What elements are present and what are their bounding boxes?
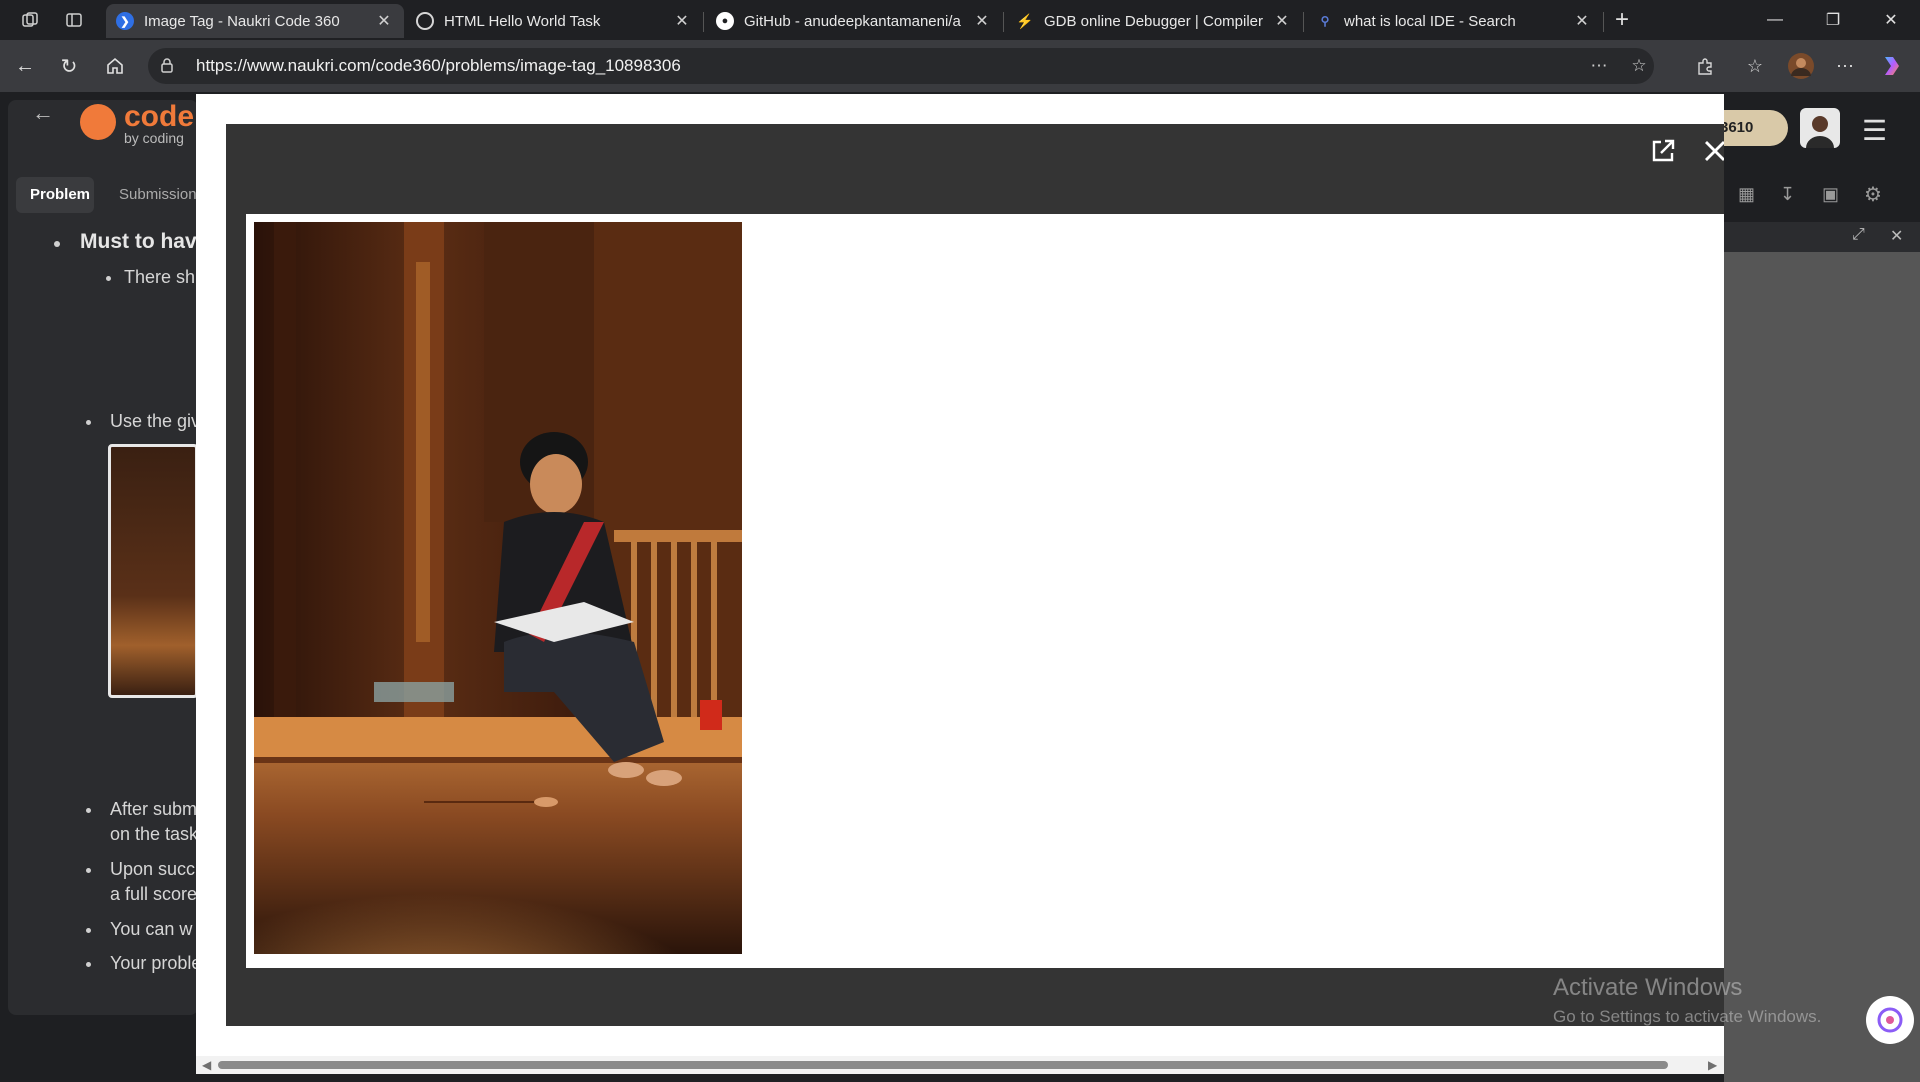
image-preview-modal: ◀ ▶ [196, 94, 1724, 1074]
gdb-favicon-icon: ⚡ [1016, 12, 1034, 29]
section-heading: Must to hav [80, 230, 197, 253]
open-external-icon[interactable] [1648, 136, 1678, 166]
new-tab-icon[interactable]: + [1606, 6, 1638, 34]
workspaces-icon[interactable] [14, 6, 46, 34]
tab-bing-search[interactable]: ⚲ what is local IDE - Search ✕ [1306, 4, 1602, 38]
image-icon[interactable]: ▣ [1822, 184, 1839, 205]
settings-gear-icon[interactable]: ⚙ [1864, 182, 1882, 207]
profile-avatar[interactable] [1786, 52, 1816, 80]
output-preview-panel [1724, 252, 1920, 1082]
tab-github[interactable]: ● GitHub - anudeepkantamaneni/a ✕ [706, 4, 1002, 38]
tab-title: what is local IDE - Search [1344, 12, 1516, 30]
close-modal-icon[interactable] [1700, 136, 1724, 166]
tab-title: Image Tag - Naukri Code 360 [144, 12, 340, 30]
problem-text: There sh [124, 267, 196, 287]
download-icon[interactable]: ↧ [1780, 184, 1795, 205]
tab-problem[interactable]: Problem [16, 177, 94, 213]
problem-text: Use the giv [110, 411, 201, 431]
close-panel-icon[interactable]: ✕ [1890, 226, 1903, 246]
preview-photo [254, 222, 742, 954]
lock-icon[interactable] [160, 57, 182, 76]
logo-subtext: by coding [124, 130, 184, 146]
logo-text: code [124, 100, 195, 133]
github-favicon-icon: ● [716, 12, 734, 30]
output-panel-header: ⤢ ✕ [1724, 222, 1920, 252]
minimize-icon[interactable]: — [1746, 0, 1804, 40]
tab-title: HTML Hello World Task [444, 12, 601, 30]
url-text: https://www.naukri.com/code360/problems/… [196, 56, 681, 75]
hamburger-menu-icon[interactable]: ☰ [1862, 114, 1887, 147]
tab-gdb-online[interactable]: ⚡ GDB online Debugger | Compiler ✕ [1006, 4, 1302, 38]
back-arrow-icon[interactable]: ← [32, 100, 54, 126]
problem-text: You can w [110, 919, 193, 939]
search-favicon-icon: ⚲ [1320, 14, 1330, 28]
user-avatar[interactable] [1800, 108, 1840, 148]
browser-tab-bar: ❯ Image Tag - Naukri Code 360 ✕ HTML Hel… [0, 0, 1920, 40]
more-options-icon[interactable]: ⋯ [1830, 52, 1860, 80]
tab-title: GitHub - anudeepkantamaneni/a [744, 12, 961, 30]
tab-label: Problem [30, 186, 91, 203]
home-icon[interactable] [98, 50, 132, 82]
vertical-tabs-icon[interactable] [58, 6, 90, 34]
tab-submission[interactable]: Submission [119, 186, 197, 203]
refresh-icon[interactable]: ↻ [52, 50, 86, 82]
problem-text: a full score [110, 884, 198, 904]
assistant-fab-icon[interactable] [1866, 996, 1914, 1044]
scroll-right-icon[interactable]: ▶ [1708, 1058, 1717, 1072]
close-window-icon[interactable]: ✕ [1862, 0, 1920, 40]
close-tab-icon[interactable]: ✕ [972, 11, 992, 31]
problem-text: After subm [110, 799, 198, 819]
tab-html-hello-world[interactable]: HTML Hello World Task ✕ [406, 4, 702, 38]
code360-logo-icon [80, 104, 116, 140]
problem-text: on the task [110, 824, 199, 844]
restore-icon[interactable]: ❐ [1804, 0, 1862, 40]
horizontal-scrollbar[interactable]: ◀ ▶ [196, 1056, 1724, 1074]
back-icon[interactable]: ← [8, 50, 42, 82]
windows-activation-subtitle: Go to Settings to activate Windows. [1553, 1007, 1822, 1026]
coins-count: 3610 [1720, 119, 1754, 136]
problem-text: Upon succ [110, 859, 196, 879]
browser-toolbar: ← ↻ https://www.naukri.com/code360/probl… [0, 40, 1920, 92]
image-frame [246, 214, 1724, 968]
favorites-icon[interactable]: ☆ [1740, 52, 1770, 80]
close-tab-icon[interactable]: ✕ [374, 11, 394, 31]
close-tab-icon[interactable]: ✕ [1272, 11, 1292, 31]
problem-text: Your proble [110, 953, 202, 973]
layout-icon[interactable]: ▦ [1738, 184, 1755, 205]
close-tab-icon[interactable]: ✕ [1572, 11, 1592, 31]
address-bar[interactable]: https://www.naukri.com/code360/problems/… [148, 48, 1654, 84]
scroll-left-icon[interactable]: ◀ [202, 1058, 211, 1072]
chatgpt-favicon-icon [416, 12, 434, 30]
image-viewer [226, 124, 1724, 1026]
windows-activation-title: Activate Windows [1553, 974, 1743, 1001]
favorite-star-icon[interactable]: ☆ [1626, 54, 1652, 78]
extensions-icon[interactable] [1690, 52, 1720, 80]
tab-image-tag[interactable]: ❯ Image Tag - Naukri Code 360 ✕ [106, 4, 404, 38]
copilot-icon[interactable] [1876, 52, 1906, 80]
naukri-favicon-icon: ❯ [116, 12, 134, 30]
scrollbar-thumb[interactable] [218, 1061, 1668, 1069]
preview-thumbnail[interactable] [108, 444, 198, 698]
expand-icon[interactable]: ⤢ [1852, 226, 1865, 244]
close-tab-icon[interactable]: ✕ [672, 11, 692, 31]
tab-title: GDB online Debugger | Compiler [1044, 12, 1264, 30]
reading-view-icon[interactable]: ⋯ [1586, 54, 1612, 78]
